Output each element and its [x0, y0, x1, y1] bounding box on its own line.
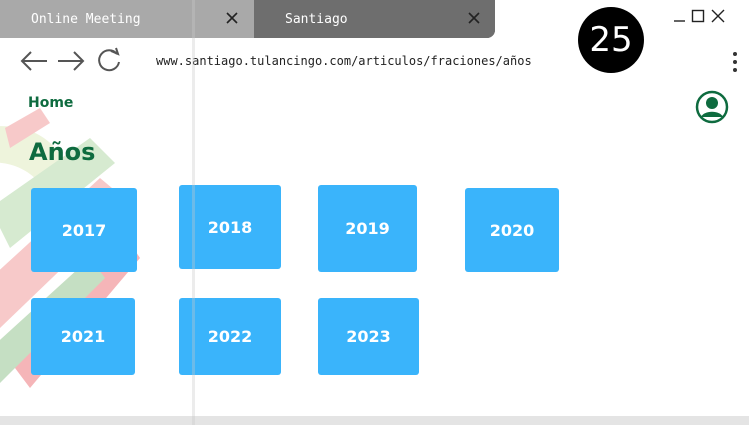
- arrow-right-icon: [58, 51, 85, 71]
- notification-badge: 25: [578, 7, 644, 73]
- address-bar[interactable]: www.santiago.tulancingo.com/articulos/fr…: [156, 54, 532, 68]
- tab-title: Santiago: [285, 11, 348, 27]
- tab-santiago[interactable]: Santiago: [254, 0, 495, 38]
- page-content: Home Años 2017 2018 2019 2020 2021 2022 …: [0, 88, 749, 416]
- maximize-icon[interactable]: [690, 8, 706, 24]
- nav-home-link[interactable]: Home: [28, 95, 73, 111]
- page-title: Años: [29, 138, 96, 166]
- more-vertical-icon[interactable]: [729, 50, 741, 74]
- minimize-icon[interactable]: [672, 8, 688, 24]
- tab-title: Online Meeting: [31, 11, 141, 27]
- back-button[interactable]: [19, 46, 49, 76]
- divider-line: [192, 0, 195, 425]
- year-card-2019[interactable]: 2019: [318, 185, 417, 272]
- window-close-icon[interactable]: [710, 8, 726, 24]
- year-card-2017[interactable]: 2017: [31, 188, 137, 272]
- reload-icon: [98, 47, 120, 72]
- year-card-2021[interactable]: 2021: [31, 298, 135, 375]
- year-card-2023[interactable]: 2023: [318, 298, 419, 375]
- tab-online-meeting[interactable]: Online Meeting: [0, 0, 254, 38]
- status-bar: [0, 416, 749, 425]
- arrow-left-icon: [20, 51, 47, 71]
- user-circle-icon[interactable]: [695, 90, 729, 124]
- close-icon[interactable]: [466, 10, 482, 26]
- reload-button[interactable]: [94, 46, 124, 76]
- close-icon[interactable]: [224, 10, 240, 26]
- forward-button[interactable]: [56, 46, 86, 76]
- year-card-2020[interactable]: 2020: [465, 188, 559, 272]
